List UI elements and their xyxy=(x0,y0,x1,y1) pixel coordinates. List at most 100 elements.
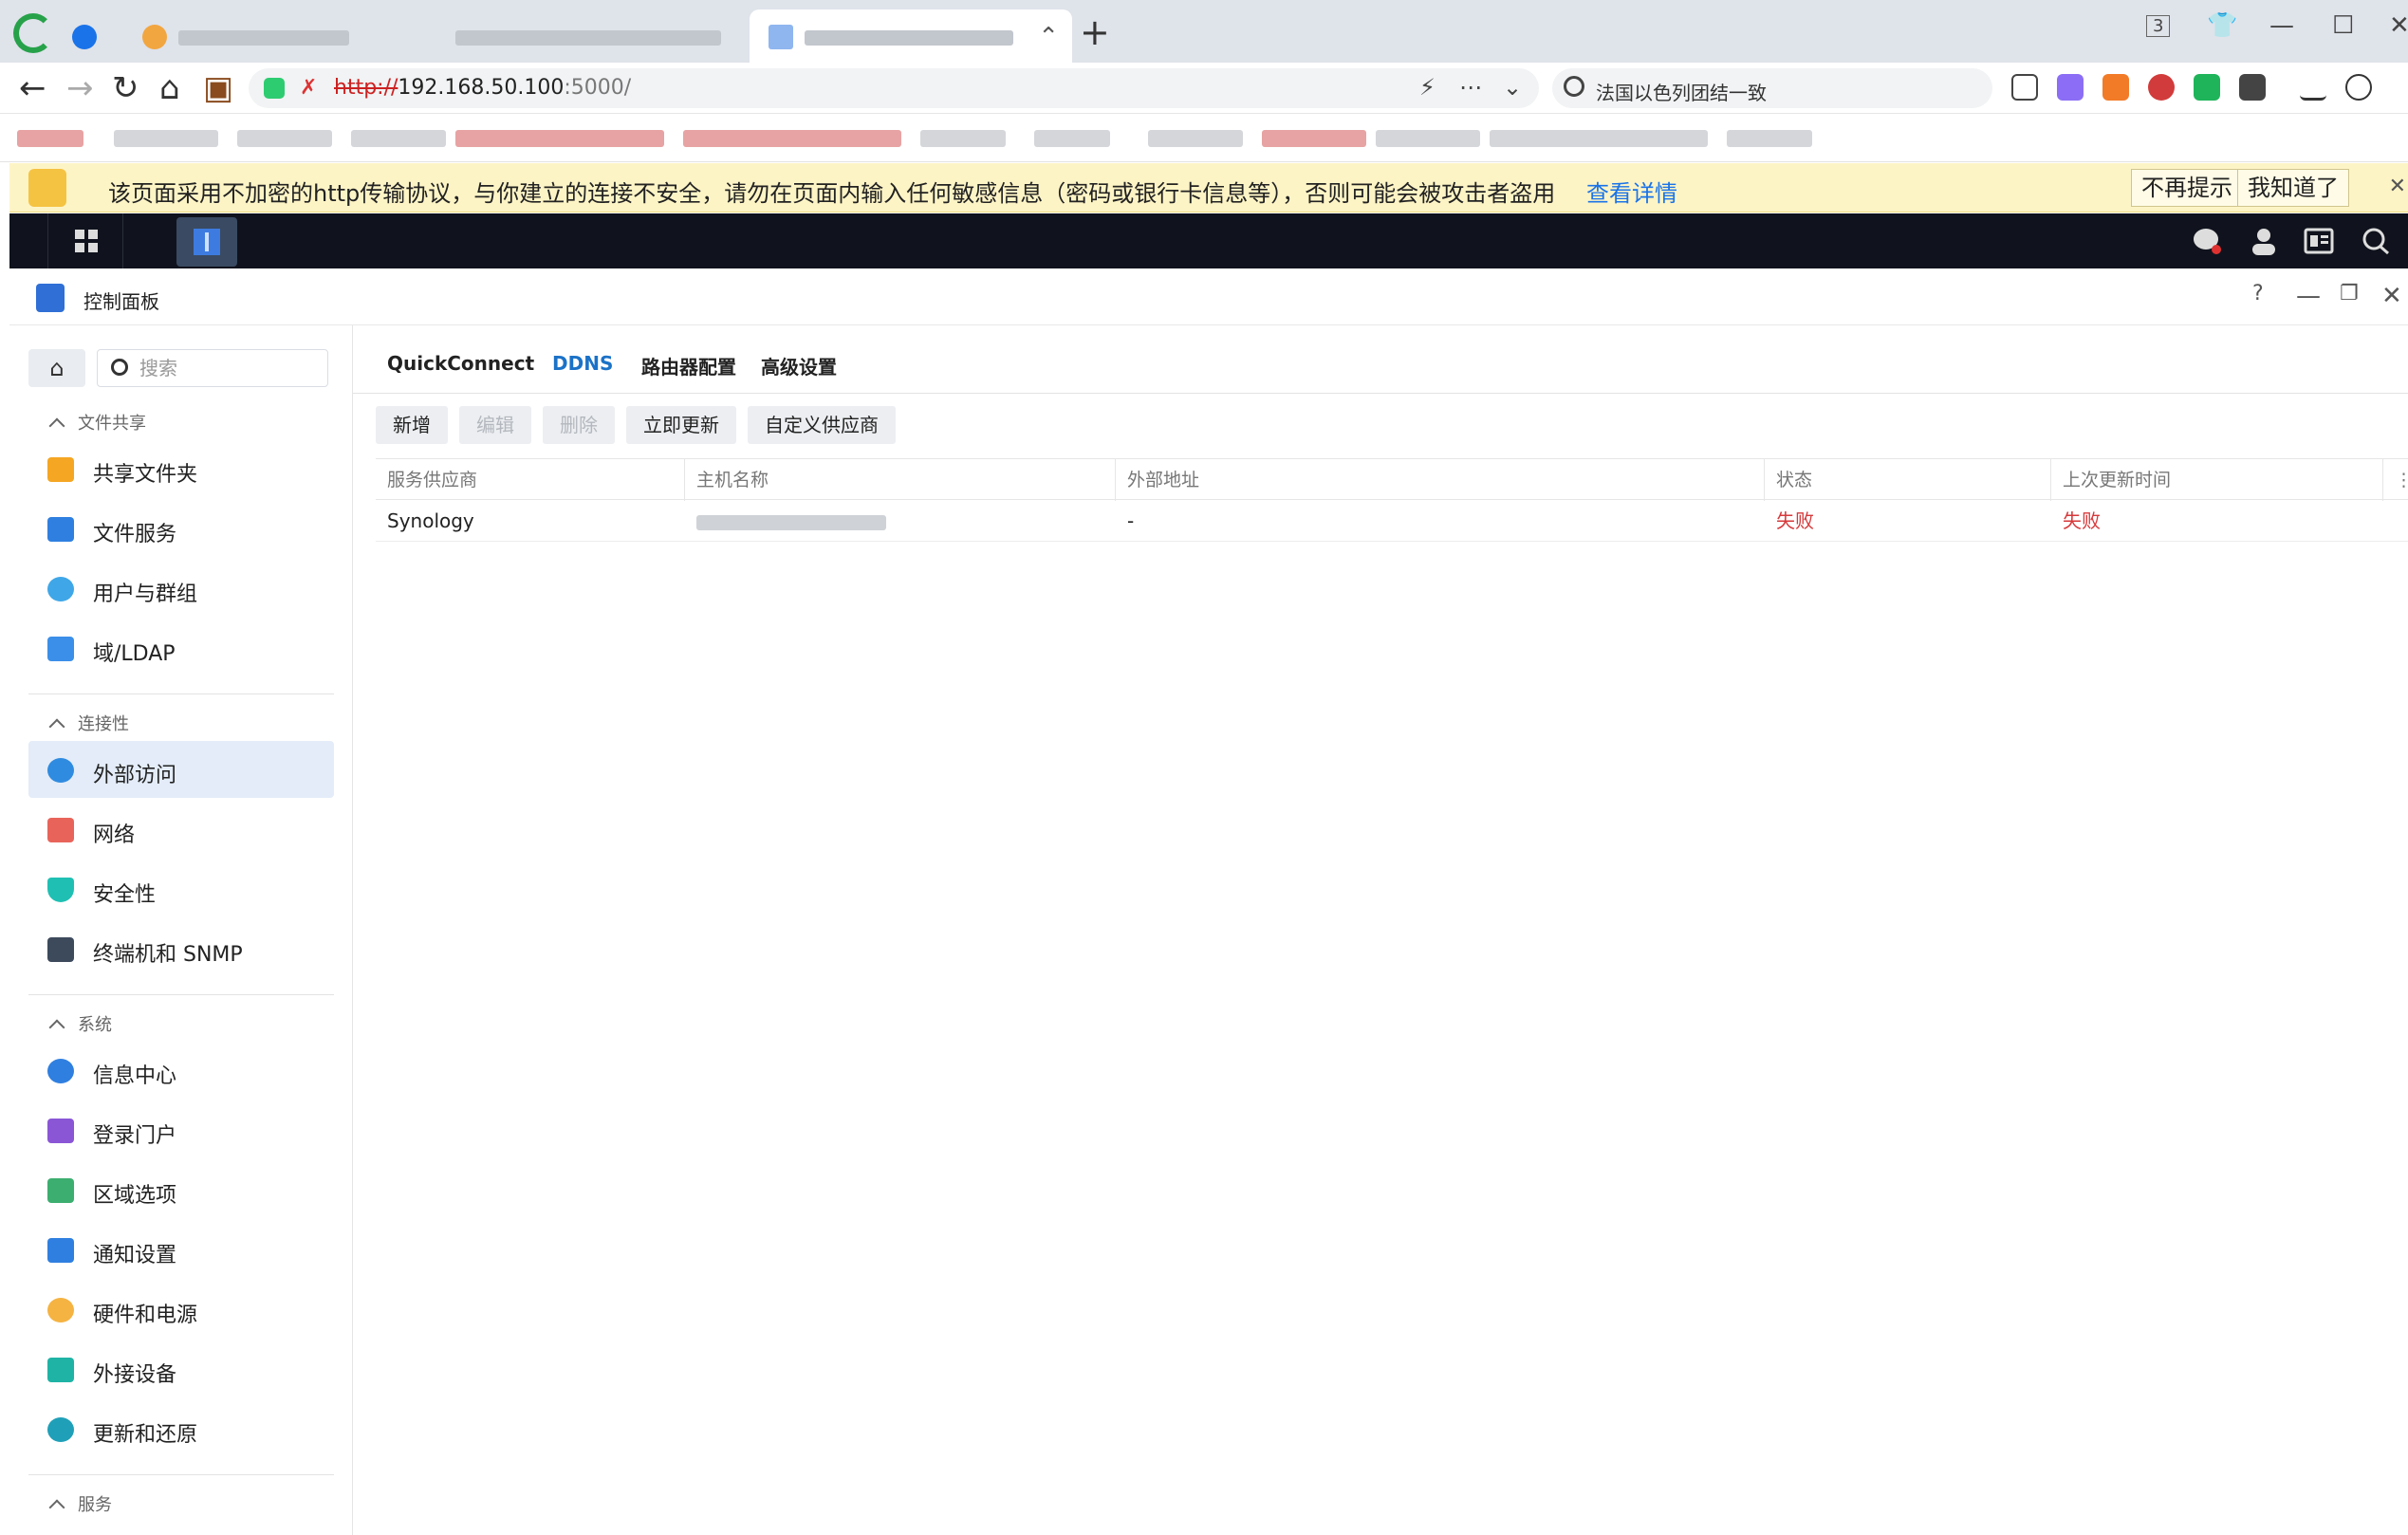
column-header-last-update[interactable]: 上次更新时间 xyxy=(2051,459,2383,501)
main-menu-grid-icon[interactable] xyxy=(47,213,123,268)
column-header-hostname[interactable]: 主机名称 xyxy=(685,459,1116,501)
tab-router-config[interactable]: 路由器配置 xyxy=(641,352,736,379)
sidebar-item-notification[interactable]: 通知设置 xyxy=(28,1221,334,1278)
shirt-icon[interactable]: 👕 xyxy=(2207,11,2237,40)
bookmark-item[interactable] xyxy=(1727,130,1812,147)
bookmark-item[interactable] xyxy=(1262,130,1366,147)
sidebar-item-file-services[interactable]: 文件服务 xyxy=(28,500,334,557)
sidebar-item-update-restore[interactable]: 更新和还原 xyxy=(28,1400,334,1457)
bookmark-item[interactable] xyxy=(455,130,664,147)
help-button[interactable]: ? xyxy=(2252,282,2264,305)
got-it-button[interactable]: 我知道了 xyxy=(2237,169,2349,207)
chat-icon[interactable] xyxy=(2192,227,2222,255)
browser-tab-2[interactable] xyxy=(408,9,750,63)
sidebar-item-network[interactable]: 网络 xyxy=(28,801,334,858)
scissors-icon[interactable] xyxy=(2011,74,2038,101)
sidebar-item-users-groups[interactable]: 用户与群组 xyxy=(28,560,334,617)
back-icon[interactable]: ← xyxy=(19,70,46,106)
user-icon[interactable] xyxy=(2249,227,2279,255)
bookmark-item[interactable] xyxy=(1148,130,1243,147)
add-button[interactable]: 新增 xyxy=(376,406,448,444)
sidebar-item-external-devices[interactable]: 外接设备 xyxy=(28,1341,334,1397)
column-header-status[interactable]: 状态 xyxy=(1765,459,2051,501)
sidebar-item-regional-options[interactable]: 区域选项 xyxy=(28,1161,334,1218)
dont-remind-button[interactable]: 不再提示 xyxy=(2131,169,2243,207)
tab-close-icon[interactable]: ⌃ xyxy=(1038,23,1059,51)
bookmark-item[interactable] xyxy=(351,130,446,147)
browser-tab-active[interactable]: ⌃ xyxy=(750,9,1072,63)
sidebar-search-input[interactable] xyxy=(139,356,320,380)
terminal-icon xyxy=(47,937,74,962)
sidebar-item-terminal-snmp[interactable]: 终端机和 SNMP xyxy=(28,920,334,977)
forward-icon[interactable]: → xyxy=(66,70,94,106)
bookmark-item[interactable] xyxy=(1376,130,1480,147)
column-header-external-address[interactable]: 外部地址 xyxy=(1116,459,1765,501)
close-icon[interactable]: ✕ xyxy=(2389,11,2408,40)
bookmark-item[interactable] xyxy=(920,130,1006,147)
custom-provider-button[interactable]: 自定义供应商 xyxy=(748,406,896,444)
group-system[interactable]: 系统 xyxy=(48,1011,112,1036)
sidebar-item-security[interactable]: 安全性 xyxy=(28,860,334,917)
more-icon[interactable]: ⋯ xyxy=(1459,74,1482,101)
url-field[interactable]: ✗ http://192.168.50.100:5000/ ⚡ ⋯ ⌄ xyxy=(249,68,1539,108)
window-close-icon[interactable]: ✕ xyxy=(2381,282,2402,310)
email-icon[interactable] xyxy=(2148,74,2175,101)
group-services[interactable]: 服务 xyxy=(48,1491,112,1516)
shield-icon[interactable] xyxy=(264,78,285,99)
home-button[interactable]: ⌂ xyxy=(28,349,85,387)
update-now-button[interactable]: 立即更新 xyxy=(626,406,736,444)
control-panel-taskbar-icon[interactable] xyxy=(176,217,237,267)
reload-icon[interactable]: ↻ xyxy=(112,70,139,106)
lightning-icon[interactable]: ⚡ xyxy=(1419,74,1436,101)
tab-ddns[interactable]: DDNS xyxy=(552,352,613,375)
column-header-provider[interactable]: 服务供应商 xyxy=(376,459,685,501)
insecure-lock-icon[interactable]: ✗ xyxy=(300,76,317,100)
chevron-down-icon[interactable]: ⌄ xyxy=(1503,74,1522,101)
sidebar-search[interactable] xyxy=(97,349,328,387)
warning-close-icon[interactable]: ✕ xyxy=(2389,175,2406,198)
minimize-icon[interactable]: — xyxy=(2269,11,2294,40)
home-icon[interactable]: ⌂ xyxy=(159,70,180,106)
bookmark-item[interactable] xyxy=(1034,130,1110,147)
browser-search-field[interactable]: 法国以色列团结一致 xyxy=(1552,68,1992,108)
sidebar-item-hardware-power[interactable]: 硬件和电源 xyxy=(28,1281,334,1338)
chevron-up-icon xyxy=(48,1019,65,1036)
bookmark-item[interactable] xyxy=(683,130,901,147)
browser-tab-1[interactable] xyxy=(123,9,408,63)
sidebar-item-info-center[interactable]: 信息中心 xyxy=(28,1042,334,1099)
undo-icon[interactable] xyxy=(2345,74,2372,101)
sidebar-item-shared-folder[interactable]: 共享文件夹 xyxy=(28,440,334,497)
table-row[interactable]: Synology - 失败 失败 xyxy=(376,500,2408,542)
tab-pinned[interactable] xyxy=(66,9,104,63)
maximize-icon[interactable]: ☐ xyxy=(2332,11,2354,40)
tab-quickconnect[interactable]: QuickConnect xyxy=(387,352,534,375)
group-file-sharing[interactable]: 文件共享 xyxy=(48,410,146,435)
window-restore-icon[interactable]: ❐ xyxy=(2340,282,2359,305)
bookmark-item[interactable] xyxy=(17,130,83,147)
bookmark-item[interactable] xyxy=(237,130,332,147)
tab-count-badge[interactable]: 3 xyxy=(2146,15,2171,37)
window-minimize-icon[interactable]: — xyxy=(2296,282,2321,310)
sidebar-item-login-portal[interactable]: 登录门户 xyxy=(28,1101,334,1158)
edit-button[interactable]: 编辑 xyxy=(459,406,531,444)
translate-icon[interactable] xyxy=(2057,74,2084,101)
bookmark-item[interactable] xyxy=(114,130,218,147)
apps-icon[interactable] xyxy=(2239,74,2266,101)
new-tab-button[interactable]: + xyxy=(1080,14,1110,50)
sidebar-item-label: 终端机和 SNMP xyxy=(93,943,243,967)
bookmark-item[interactable] xyxy=(1603,130,1708,147)
warning-details-link[interactable]: 查看详情 xyxy=(1586,175,1677,208)
group-connectivity[interactable]: 连接性 xyxy=(48,711,129,735)
column-menu-icon[interactable]: ⋮ xyxy=(2383,459,2408,501)
sidebar-item-domain-ldap[interactable]: 域/LDAP xyxy=(28,620,334,676)
briefcase-icon[interactable]: ▣ xyxy=(203,70,233,106)
sidebar-item-external-access[interactable]: 外部访问 xyxy=(28,741,334,798)
delete-button[interactable]: 删除 xyxy=(543,406,615,444)
tab-advanced[interactable]: 高级设置 xyxy=(761,352,837,379)
browser-logo-icon[interactable] xyxy=(13,13,53,53)
wechat-icon[interactable] xyxy=(2194,74,2220,101)
download-icon[interactable] xyxy=(2300,74,2326,101)
search-icon[interactable] xyxy=(2361,227,2391,255)
widgets-icon[interactable] xyxy=(2304,227,2334,255)
game-icon[interactable] xyxy=(2102,74,2129,101)
